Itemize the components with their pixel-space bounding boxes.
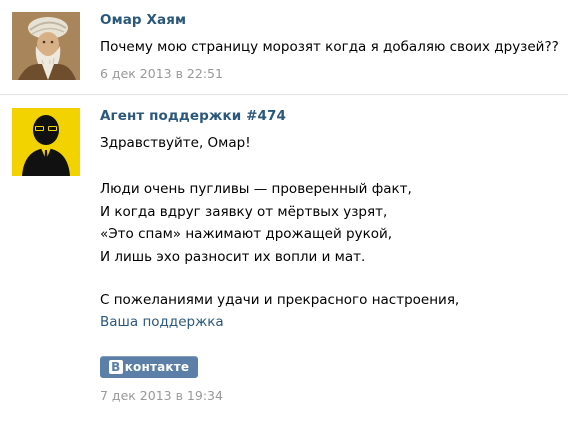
greeting-text: Здравствуйте, Омар! <box>100 135 251 151</box>
message-omar: Омар Хаям Почему мою страницу морозят ко… <box>0 12 568 94</box>
poem-block: Люди очень пугливы — проверенный факт, И… <box>100 178 412 268</box>
signature-link[interactable]: Ваша поддержка <box>100 311 224 334</box>
poem-line: И когда вдруг заявку от мёртвых узрят, <box>100 203 388 220</box>
vk-wordmark: контакте <box>124 360 190 374</box>
vkontakte-logo: В контакте <box>100 356 198 378</box>
poem-line: Люди очень пугливы — проверенный факт, <box>100 181 412 197</box>
message-support: Агент поддержки #474 Здравствуйте, Омар!… <box>0 108 568 408</box>
vk-b-mark: В <box>108 360 123 374</box>
poem-line: «Это спам» нажимают дрожащей рукой, <box>100 226 393 242</box>
message-divider <box>0 94 568 95</box>
message-date[interactable]: 6 дек 2013 в 22:51 <box>100 66 223 81</box>
message-date[interactable]: 7 дек 2013 в 19:34 <box>100 388 223 403</box>
author-name[interactable]: Омар Хаям <box>100 12 186 28</box>
avatar-omar[interactable] <box>12 12 80 80</box>
poem-line: И лишь эхо разносит их вопли и мат. <box>100 248 366 265</box>
author-name[interactable]: Агент поддержки #474 <box>100 108 286 124</box>
message-text: Почему мою страницу морозят когда я доба… <box>100 39 559 55</box>
closing-text: С пожеланиями удачи и прекрасного настро… <box>100 292 460 308</box>
avatar-support-agent[interactable] <box>12 108 80 176</box>
agent-sunglasses-avatar-icon <box>12 108 80 176</box>
bearded-man-portrait-avatar-icon <box>12 12 80 80</box>
